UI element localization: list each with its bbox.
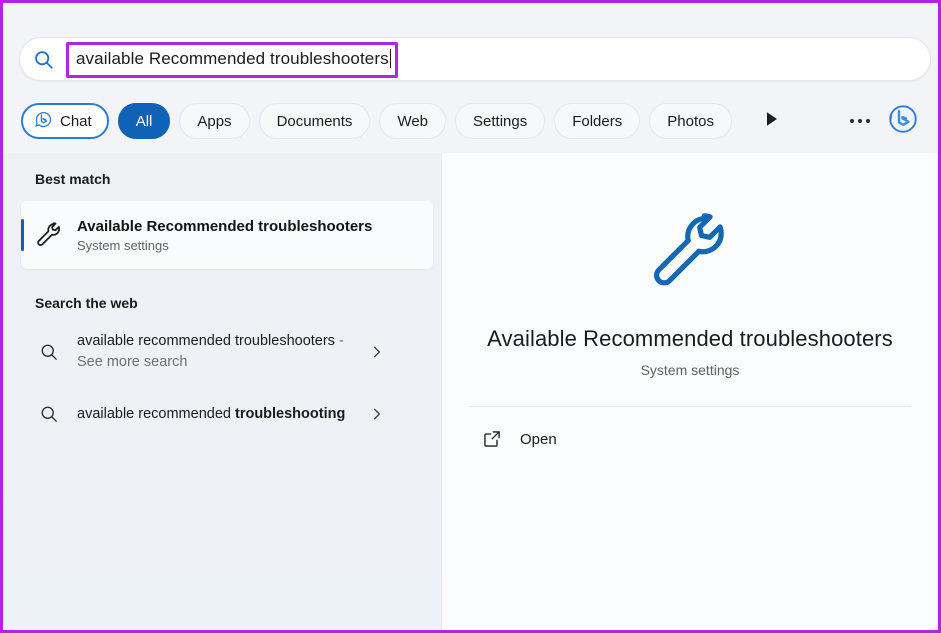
search-icon (20, 49, 66, 70)
tab-apps-label: Apps (197, 113, 231, 130)
tab-next-button[interactable] (755, 104, 789, 138)
open-action-button[interactable]: Open (482, 429, 557, 449)
tab-folders-label: Folders (572, 113, 622, 130)
tab-photos-label: Photos (667, 113, 714, 130)
tab-web-label: Web (397, 113, 428, 130)
tab-apps[interactable]: Apps (179, 103, 249, 139)
tab-chat-label: Chat (60, 113, 92, 130)
play-arrow-icon (765, 111, 779, 132)
preview-subtitle: System settings (641, 362, 740, 378)
tab-documents[interactable]: Documents (259, 103, 371, 139)
tab-photos[interactable]: Photos (649, 103, 732, 139)
bing-logo-button[interactable] (886, 104, 920, 138)
preview-content: Available Recommended troubleshooters Sy… (442, 153, 938, 449)
web-result-line2-2: troubleshooting (235, 406, 345, 422)
results-list-pane: Best match Available Recommended trouble… (3, 153, 441, 630)
best-match-item[interactable]: Available Recommended troubleshooters Sy… (21, 201, 433, 269)
preview-divider (469, 406, 911, 407)
external-link-icon (482, 429, 502, 449)
tab-settings[interactable]: Settings (455, 103, 545, 139)
search-the-web-heading: Search the web (35, 295, 427, 311)
tab-web[interactable]: Web (379, 103, 446, 139)
search-icon (21, 404, 77, 424)
tab-documents-label: Documents (277, 113, 353, 130)
windows-search-window: available Recommended troubleshooters Ch… (0, 0, 941, 633)
preview-title: Available Recommended troubleshooters (487, 326, 893, 352)
filter-tab-bar: Chat All Apps Documents Web Settings Fol… (21, 101, 928, 141)
web-result-line1-2: available recommended (77, 406, 231, 422)
web-result-item-1[interactable]: available recommended troubleshooters - … (21, 321, 433, 383)
wrench-icon (647, 209, 733, 300)
web-result-line2-1: troubleshooters (235, 333, 335, 349)
tab-all[interactable]: All (118, 103, 171, 139)
search-icon (21, 342, 77, 362)
web-results-list: available recommended troubleshooters - … (17, 321, 427, 445)
chevron-right-icon[interactable] (357, 345, 397, 359)
tab-folders[interactable]: Folders (554, 103, 640, 139)
search-input-area[interactable]: available Recommended troubleshooters (66, 38, 930, 80)
tab-chat[interactable]: Chat (21, 103, 109, 139)
tab-settings-label: Settings (473, 113, 527, 130)
search-input[interactable]: available Recommended troubleshooters (66, 49, 391, 69)
web-result-text-2: available recommended troubleshooting (77, 404, 357, 425)
ellipsis-icon (850, 119, 870, 123)
web-result-item-2[interactable]: available recommended troubleshooting (21, 383, 433, 445)
search-bar[interactable]: available Recommended troubleshooters (19, 37, 931, 81)
bing-chat-icon (34, 110, 53, 133)
tab-all-label: All (136, 113, 153, 130)
search-input-value: available Recommended troubleshooters (76, 49, 389, 68)
results-body: Best match Available Recommended trouble… (3, 153, 938, 630)
open-action-label: Open (520, 431, 557, 448)
chevron-right-icon[interactable] (357, 407, 397, 421)
best-match-heading: Best match (35, 171, 427, 187)
bing-logo-icon (888, 104, 918, 139)
preview-pane: Available Recommended troubleshooters Sy… (441, 153, 938, 630)
text-caret (390, 49, 391, 68)
selection-accent-bar (21, 219, 24, 251)
best-match-title: Available Recommended troubleshooters (77, 218, 372, 235)
web-result-text-1: available recommended troubleshooters - … (77, 331, 357, 373)
best-match-texts: Available Recommended troubleshooters Sy… (77, 218, 372, 253)
web-result-line1-1: available recommended (77, 333, 231, 349)
best-match-subtitle: System settings (77, 238, 372, 253)
wrench-icon (21, 221, 77, 249)
tab-more-button[interactable] (843, 104, 877, 138)
